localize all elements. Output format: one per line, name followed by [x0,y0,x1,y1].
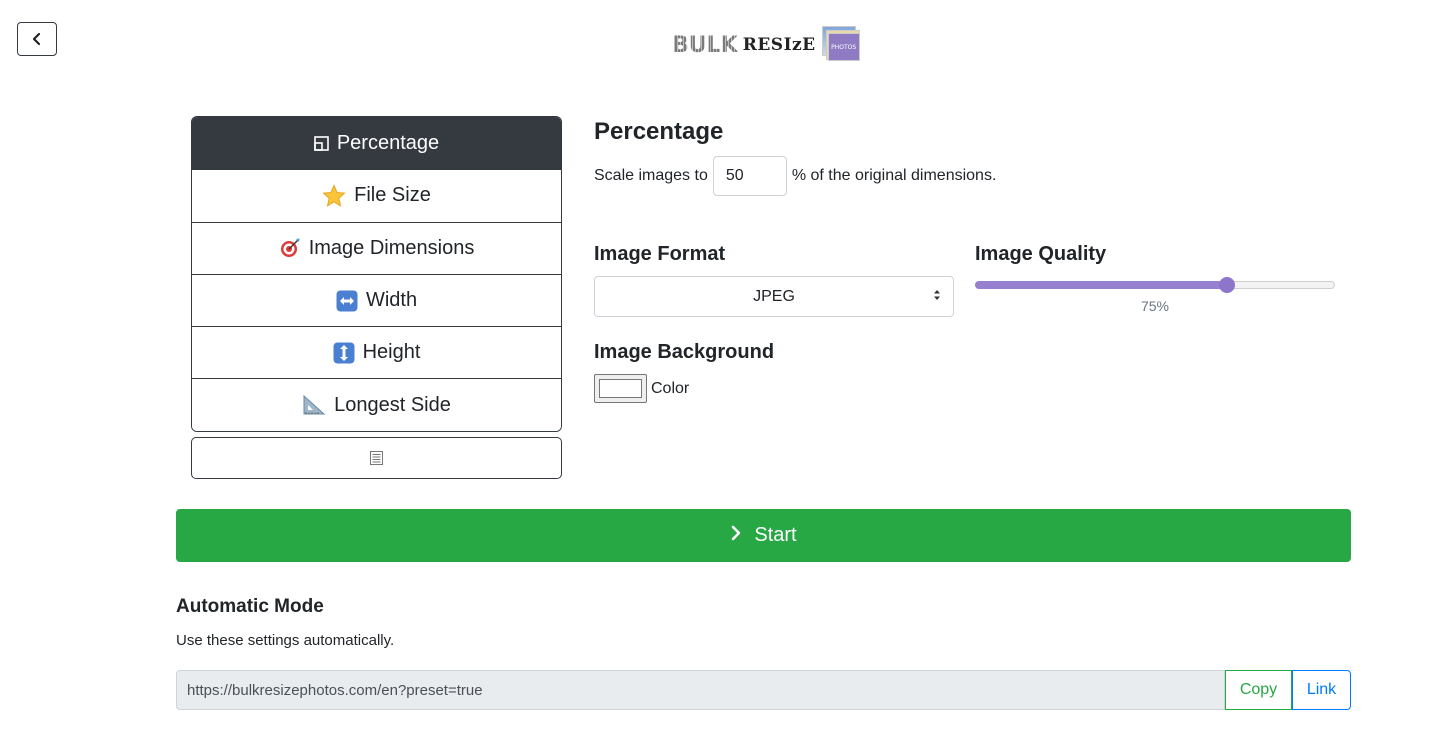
logo-photos-icon: PHOTOS [820,24,862,66]
scale-row: Scale images to % of the original dimens… [594,156,996,196]
image-quality-value: 75% [1140,298,1170,314]
menu-item-image-dimensions[interactable]: Image Dimensions [192,221,561,274]
star-icon [322,184,346,208]
chevron-left-icon [32,32,41,46]
copy-button[interactable]: Copy [1225,670,1292,710]
slider-thumb[interactable] [1219,277,1235,293]
image-format-title: Image Format [594,243,726,265]
start-label: Start [754,524,797,546]
menu-item-file-size[interactable]: File Size [192,169,561,222]
preset-url-row: Copy Link [176,670,1351,710]
image-quality-slider[interactable] [975,277,1335,293]
menu-item-label: Width [365,289,418,312]
percentage-input[interactable] [712,156,787,196]
link-button[interactable]: Link [1292,670,1351,710]
logo: BULK RESIzE PHOTOS [672,24,862,66]
logo-photos-text: PHOTOS [827,33,860,61]
image-format-select[interactable]: JPEG [594,276,954,317]
automatic-mode-title: Automatic Mode [176,596,324,617]
automatic-mode-description: Use these settings automatically. [176,632,395,649]
preset-url-input[interactable] [176,670,1225,710]
slider-fill [975,281,1227,289]
image-format-value: JPEG [753,287,795,305]
up-down-arrow-icon [333,342,355,364]
logo-bulk-text: BULK [672,32,738,58]
menu-item-percentage[interactable]: Percentage [192,117,561,170]
color-swatch [599,379,642,398]
list-icon [370,451,383,465]
menu-item-label: File Size [354,184,431,207]
more-options-button[interactable] [191,437,562,479]
menu-item-width[interactable]: Width [192,273,561,327]
menu-item-longest-side[interactable]: Longest Side [192,378,561,431]
resize-mode-menu: Percentage File Size Image Dimensions Wi… [191,116,562,432]
menu-item-label: Image Dimensions [308,236,475,259]
percentage-icon [314,135,329,151]
background-color-row: Color [594,374,689,403]
scale-prefix: Scale images to [594,167,708,184]
menu-item-label: Percentage [336,131,440,154]
image-quality-title: Image Quality [975,243,1107,265]
start-button[interactable]: Start [176,509,1351,562]
background-color-label: Color [651,379,690,397]
menu-item-height[interactable]: Height [192,326,561,379]
scale-suffix: % of the original dimensions. [791,167,997,184]
target-icon [279,237,301,259]
percentage-title: Percentage [594,118,724,145]
left-right-arrow-icon [336,290,358,312]
menu-item-label: Height [362,341,421,364]
select-arrows-icon [933,289,941,301]
back-button[interactable] [17,22,57,56]
image-background-title: Image Background [594,341,775,363]
chevron-right-icon [730,524,742,547]
triangle-ruler-icon [302,394,326,416]
menu-item-label: Longest Side [334,393,451,416]
logo-resize-text: RESIzE [742,35,816,55]
background-color-picker[interactable] [594,374,647,403]
